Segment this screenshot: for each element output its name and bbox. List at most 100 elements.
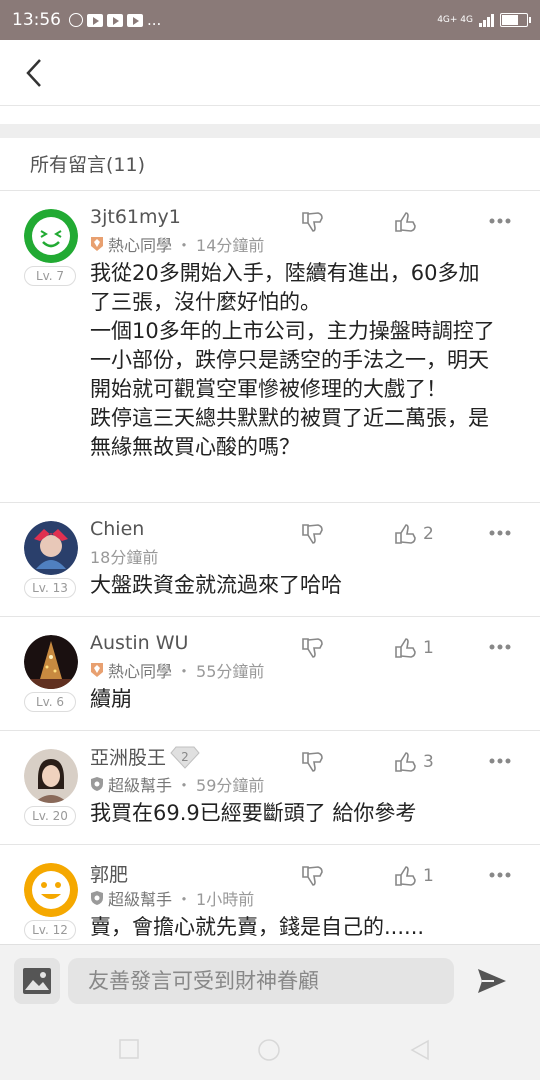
avatar[interactable] bbox=[24, 635, 78, 689]
more-options-icon[interactable] bbox=[488, 870, 512, 880]
comment-item: Lv. 12 郭肥 超級幫手 ・ 1小時前 賣，會擔心就先賣，錢是自己的....… bbox=[0, 845, 540, 944]
separator-dot: ・ bbox=[176, 776, 193, 795]
system-navigation-bar bbox=[0, 1020, 540, 1080]
thumbs-down-icon bbox=[302, 866, 323, 886]
level-badge: Lv. 6 bbox=[24, 692, 76, 712]
back-triangle-icon[interactable] bbox=[408, 1038, 432, 1062]
level-badge: Lv. 13 bbox=[24, 578, 76, 598]
status-icons: ... bbox=[69, 11, 161, 29]
status-bar: 13:56 ... 4G+ 4G bbox=[0, 0, 540, 40]
image-icon[interactable] bbox=[14, 958, 60, 1004]
status-right: 4G+ 4G bbox=[437, 13, 531, 27]
separator-dot: ・ bbox=[176, 662, 193, 681]
comment-time: 1小時前 bbox=[196, 890, 255, 909]
comment-time: 55分鐘前 bbox=[196, 662, 265, 681]
send-icon[interactable] bbox=[474, 963, 510, 999]
network-label: 4G+ 4G bbox=[437, 15, 473, 25]
video-notification-icon bbox=[107, 13, 123, 27]
comment-meta: 熱心同學 ・ 55分鐘前 bbox=[90, 658, 264, 682]
more-options-icon[interactable] bbox=[488, 528, 512, 538]
separator-dot: ・ bbox=[176, 890, 193, 909]
more-options-icon[interactable] bbox=[488, 756, 512, 766]
comment-text: 賣，會擔心就先賣，錢是自己的...... bbox=[90, 915, 425, 939]
comment-composer bbox=[0, 944, 540, 1020]
username[interactable]: 亞洲股王 2 bbox=[90, 743, 200, 770]
alarm-icon bbox=[69, 13, 83, 27]
thumbs-up-icon bbox=[395, 866, 416, 886]
like-count: 2 bbox=[423, 524, 434, 544]
user-badge-label: 熱心同學 bbox=[108, 662, 173, 681]
top-nav-bar bbox=[0, 40, 540, 106]
username[interactable]: Chien bbox=[90, 518, 144, 540]
signal-icon bbox=[479, 13, 494, 27]
super-helper-badge-icon bbox=[91, 891, 103, 905]
avatar[interactable] bbox=[24, 209, 78, 263]
comment-meta: 超級幫手 ・ 59分鐘前 bbox=[90, 772, 264, 796]
username[interactable]: 3jt61my1 bbox=[90, 206, 181, 228]
comment-text: 我買在69.9已經要斷頭了 給你參考 bbox=[90, 801, 417, 825]
avatar[interactable] bbox=[24, 749, 78, 803]
like-count: 1 bbox=[423, 638, 434, 658]
user-badge-label: 熱心同學 bbox=[108, 236, 173, 255]
more-options-icon[interactable] bbox=[488, 216, 512, 226]
thumbs-down-icon bbox=[302, 752, 323, 772]
hot-student-badge-icon bbox=[91, 237, 103, 251]
dislike-button[interactable] bbox=[302, 751, 324, 773]
section-gap bbox=[0, 124, 540, 138]
more-options-icon[interactable] bbox=[488, 642, 512, 652]
avatar[interactable] bbox=[24, 863, 78, 917]
dislike-button[interactable] bbox=[302, 865, 324, 887]
recent-apps-icon[interactable] bbox=[118, 1038, 140, 1060]
thumbs-up-icon bbox=[395, 752, 416, 772]
comment-item: Lv. 7 3jt61my1 熱心同學 ・ 14分鐘前 我從20多開始入手，陸續… bbox=[0, 191, 540, 503]
thumbs-up-icon bbox=[395, 524, 416, 544]
thumbs-down-icon bbox=[302, 524, 323, 544]
comment-item: Lv. 6 Austin WU 熱心同學 ・ 55分鐘前 續崩 1 bbox=[0, 617, 540, 731]
diamond-level: 2 bbox=[181, 750, 189, 764]
chevron-left-icon[interactable] bbox=[20, 58, 50, 88]
thumbs-down-icon bbox=[302, 638, 323, 658]
user-badge-label: 超級幫手 bbox=[108, 890, 173, 909]
username[interactable]: Austin WU bbox=[90, 632, 188, 654]
more-notifications-indicator: ... bbox=[147, 11, 162, 29]
avatar[interactable] bbox=[24, 521, 78, 575]
video-notification-icon bbox=[127, 13, 143, 27]
dislike-button[interactable] bbox=[302, 211, 324, 233]
home-icon[interactable] bbox=[257, 1038, 281, 1062]
thumbs-up-icon bbox=[395, 212, 416, 232]
level-badge: Lv. 20 bbox=[24, 806, 76, 826]
dislike-button[interactable] bbox=[302, 637, 324, 659]
thumbs-up-icon bbox=[395, 638, 416, 658]
thumbs-down-icon bbox=[302, 212, 323, 232]
comment-item: Lv. 13 Chien 18分鐘前 大盤跌資金就流過來了哈哈 2 bbox=[0, 503, 540, 617]
comment-time: 14分鐘前 bbox=[196, 236, 265, 255]
comment-text: 我從20多開始入手，陸續有進出，60多加了三張，沒什麼好怕的。 一個10多年的上… bbox=[90, 261, 495, 459]
comment-input[interactable] bbox=[68, 958, 454, 1004]
like-button[interactable]: 3 bbox=[395, 751, 434, 773]
comment-meta: 18分鐘前 bbox=[90, 544, 158, 568]
username-text: 亞洲股王 bbox=[90, 747, 167, 769]
level-badge: Lv. 7 bbox=[24, 266, 76, 286]
like-count: 3 bbox=[423, 752, 434, 772]
like-button[interactable]: 2 bbox=[395, 523, 434, 545]
comments-count-title: 所有留言(11) bbox=[30, 154, 146, 176]
comment-time: 59分鐘前 bbox=[196, 776, 265, 795]
like-button[interactable]: 1 bbox=[395, 637, 434, 659]
comment-text: 大盤跌資金就流過來了哈哈 bbox=[90, 573, 342, 597]
separator-dot: ・ bbox=[176, 236, 193, 255]
battery-icon bbox=[500, 13, 531, 27]
like-count: 1 bbox=[423, 866, 434, 886]
comment-meta: 超級幫手 ・ 1小時前 bbox=[90, 886, 254, 910]
username[interactable]: 郭肥 bbox=[90, 860, 128, 887]
status-time: 13:56 bbox=[12, 10, 61, 30]
comment-meta: 熱心同學 ・ 14分鐘前 bbox=[90, 232, 264, 256]
super-helper-badge-icon bbox=[91, 777, 103, 791]
like-button[interactable] bbox=[395, 211, 417, 233]
dislike-button[interactable] bbox=[302, 523, 324, 545]
diamond-icon: 2 bbox=[170, 746, 200, 769]
comment-item: Lv. 20 亞洲股王 2 超級幫手 ・ 59分鐘前 我買在69.9已經要斷頭了… bbox=[0, 731, 540, 845]
level-badge: Lv. 12 bbox=[24, 920, 76, 940]
like-button[interactable]: 1 bbox=[395, 865, 434, 887]
user-badge-label: 超級幫手 bbox=[108, 776, 173, 795]
video-notification-icon bbox=[87, 13, 103, 27]
